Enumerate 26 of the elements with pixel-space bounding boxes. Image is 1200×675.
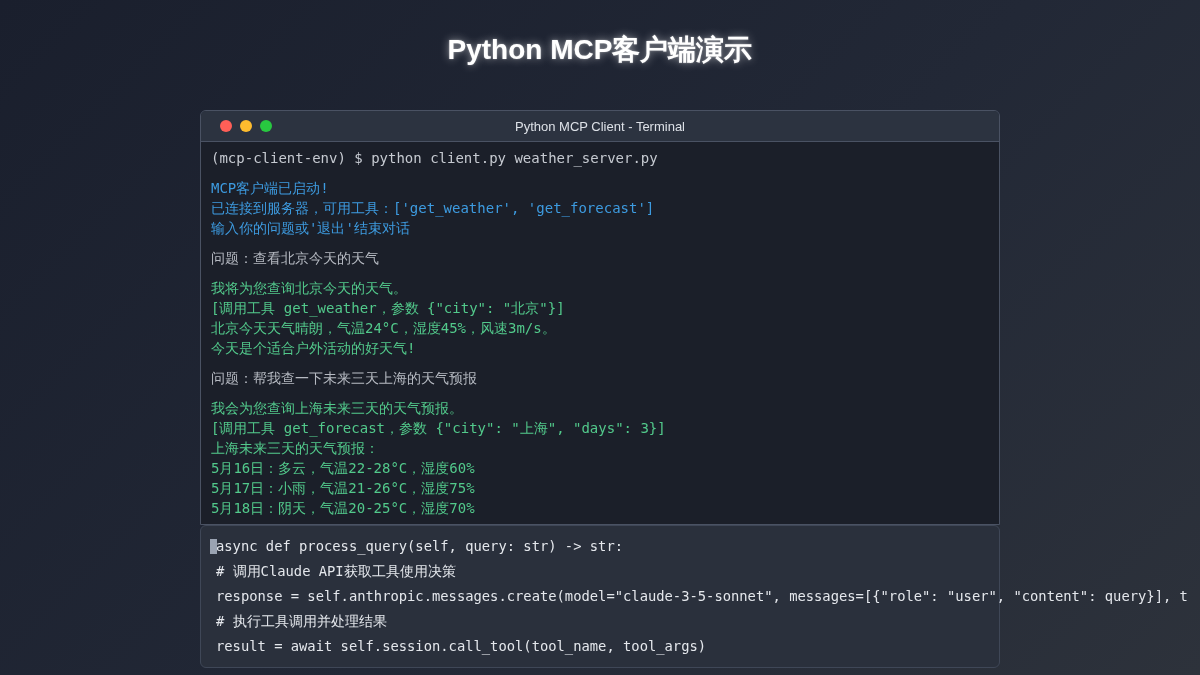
- terminal-line: MCP客户端已启动!: [211, 179, 329, 198]
- terminal-line: 输入你的问题或'退出'结束对话: [211, 219, 410, 238]
- terminal-line: [调用工具 get_forecast，参数 {"city": "上海", "days": 3}]: [211, 419, 666, 438]
- page-title: Python MCP客户端演示: [447, 33, 753, 67]
- terminal-line: 问题：查看北京今天的天气: [211, 249, 379, 268]
- code-line: result = await self.session.call_tool(tool_name, tool_args): [216, 637, 707, 657]
- terminal-line: 已连接到服务器，可用工具：['get_weather', 'get_forecast']: [211, 199, 655, 218]
- code-line: response = self.anthropic.messages.create(model="claude-3-5-sonnet", messages=[{"role": "user", "content": query}], t: [216, 587, 1188, 606]
- terminal-line: 问题：帮我查一下未来三天上海的天气预报: [211, 369, 477, 388]
- terminal-line: (mcp-client-env) $ python client.py weather_server.py: [211, 149, 658, 168]
- code-line: async def process_query(self, query: str) -> str:: [216, 537, 623, 557]
- zoom-icon[interactable]: [260, 120, 272, 132]
- code-line: # 调用Claude API获取工具使用决策: [216, 562, 456, 581]
- minimize-icon[interactable]: [240, 120, 252, 132]
- terminal-line: 我将为您查询北京今天的天气。: [211, 279, 407, 298]
- terminal-line: 今天是个适合户外活动的好天气!: [211, 339, 416, 358]
- terminal-line: 北京今天天气晴朗，气温24°C，湿度45%，风速3m/s。: [211, 319, 556, 338]
- terminal-line: 我会为您查询上海未来三天的天气预报。: [211, 399, 463, 418]
- terminal-line: 5月17日：小雨，气温21-26°C，湿度75%: [211, 479, 475, 498]
- terminal-line: [调用工具 get_weather，参数 {"city": "北京"}]: [211, 299, 565, 318]
- close-icon[interactable]: [220, 120, 232, 132]
- terminal-line: 5月18日：阴天，气温20-25°C，湿度70%: [211, 499, 475, 518]
- code-line: # 执行工具调用并处理结果: [216, 612, 387, 631]
- terminal-line: 5月16日：多云，气温22-28°C，湿度60%: [211, 459, 475, 478]
- window-title: Python MCP Client - Terminal: [515, 118, 685, 134]
- terminal-line: 上海未来三天的天气预报：: [211, 439, 379, 458]
